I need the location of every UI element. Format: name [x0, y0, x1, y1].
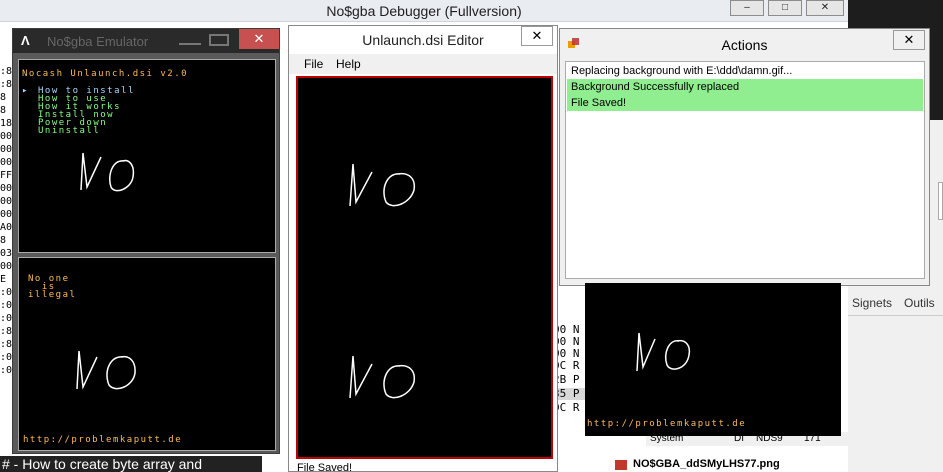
- nosgba-logo-icon: Λ: [21, 33, 30, 48]
- register-fragment: :0: [0, 365, 12, 376]
- background-preview-canvas[interactable]: [296, 76, 553, 459]
- tab-bar: Signets Outils: [848, 290, 943, 316]
- no-drawing: [80, 152, 135, 192]
- emulator-title: No$gba Emulator: [47, 34, 149, 49]
- register-fragment: :8: [0, 66, 12, 77]
- register-fragment: 00: [0, 183, 12, 194]
- ds-top-screen: Nocash Unlaunch.dsi v2.0 ▸ How to instal…: [18, 59, 276, 253]
- register-fragment: :8: [0, 339, 12, 350]
- unlaunch-header: Nocash Unlaunch.dsi v2.0: [22, 69, 189, 79]
- editor-status-text: File Saved!: [297, 462, 353, 472]
- register-fragment: 8: [0, 92, 7, 103]
- register-fragment: 00: [0, 131, 12, 142]
- actions-title: Actions: [721, 37, 768, 53]
- ds-preview-screen: http://problemkaputt.de: [585, 283, 841, 436]
- register-fragment: :8: [0, 79, 12, 90]
- actions-close-button[interactable]: ✕: [893, 30, 925, 50]
- register-fragment: :0: [0, 352, 12, 363]
- panel-input-edge[interactable]: [938, 182, 943, 220]
- tab-outils[interactable]: Outils: [904, 296, 935, 310]
- no-drawing: [349, 163, 416, 207]
- log-entry-success: File Saved!: [567, 95, 923, 111]
- emulator-close-button[interactable]: ✕: [239, 29, 279, 49]
- debugger-titlebar[interactable]: No$gba Debugger (Fullversion) – □ ✕: [0, 0, 848, 22]
- register-fragment: A0: [0, 222, 12, 233]
- menu-file[interactable]: File: [304, 57, 323, 71]
- register-fragment: 18: [0, 118, 12, 129]
- no-drawing: [349, 355, 416, 399]
- register-fragment: :0: [0, 313, 12, 324]
- register-fragment: :8: [0, 326, 12, 337]
- register-fragment: :0: [0, 300, 12, 311]
- register-fragment: E: [0, 274, 7, 285]
- browser-caption: # - How to create byte array and: [0, 456, 262, 472]
- editor-titlebar[interactable]: Unlaunch.dsi Editor ✕: [289, 26, 557, 54]
- register-fragment: 00: [0, 196, 12, 207]
- register-strip: :8 :8 8 8 18 00 00 00 FF 00 00 00 A0 8 03 00 E :00 :0 :0 :8:…: [0, 26, 12, 456]
- website-url: http://problemkaputt.de: [23, 435, 183, 445]
- editor-close-button[interactable]: ✕: [521, 26, 553, 46]
- image-file-icon: [615, 460, 627, 470]
- close-button[interactable]: ✕: [806, 0, 844, 16]
- file-name: NO$GBA_ddSMyLHS77.png: [633, 458, 780, 470]
- editor-window: Unlaunch.dsi Editor ✕ File Help File Sav…: [288, 25, 558, 472]
- ds-bottom-screen: No one is illegal http://problemkaputt.d…: [18, 257, 276, 451]
- log-entry-success: Background Successfully replaced: [567, 79, 923, 95]
- file-list-item[interactable]: NO$GBA_ddSMyLHS77.png: [605, 458, 848, 472]
- actions-window: Actions ✕ Replacing background with E:\d…: [559, 28, 930, 286]
- action-log-list[interactable]: Replacing background with E:\ddd\damn.gi…: [565, 61, 925, 279]
- register-fragment: 8: [0, 105, 7, 116]
- menu-cursor-icon: ▸: [22, 86, 29, 96]
- register-fragment: 00: [0, 261, 12, 272]
- no-drawing: [636, 332, 691, 372]
- emulator-window: Λ No$gba Emulator ✕ Nocash Unlaunch.dsi …: [12, 28, 280, 454]
- menu-item[interactable]: Uninstall: [38, 127, 100, 136]
- register-fragment: 03: [0, 248, 12, 259]
- no-drawing: [76, 350, 136, 390]
- minimize-button[interactable]: –: [730, 0, 764, 16]
- register-fragment: :00: [0, 287, 12, 298]
- register-fragment: FF: [0, 170, 12, 181]
- minimize-icon[interactable]: [179, 35, 201, 45]
- website-url: http://problemkaputt.de: [587, 419, 747, 429]
- debugger-title: No$gba Debugger (Fullversion): [326, 3, 522, 19]
- tab-signets[interactable]: Signets: [852, 296, 892, 310]
- maximize-button[interactable]: □: [768, 0, 802, 16]
- register-fragment: 00: [0, 144, 12, 155]
- menu-help[interactable]: Help: [336, 57, 361, 71]
- register-fragment: 00: [0, 157, 12, 168]
- editor-title: Unlaunch.dsi Editor: [362, 32, 484, 48]
- log-entry: Replacing background with E:\ddd\damn.gi…: [571, 65, 793, 77]
- message-line: illegal: [28, 290, 77, 300]
- register-fragment: 00: [0, 209, 12, 220]
- register-fragment: 8: [0, 235, 7, 246]
- maximize-icon[interactable]: [209, 34, 229, 46]
- emulator-titlebar[interactable]: Λ No$gba Emulator ✕: [13, 29, 279, 53]
- menu-bar: File Help: [289, 54, 557, 74]
